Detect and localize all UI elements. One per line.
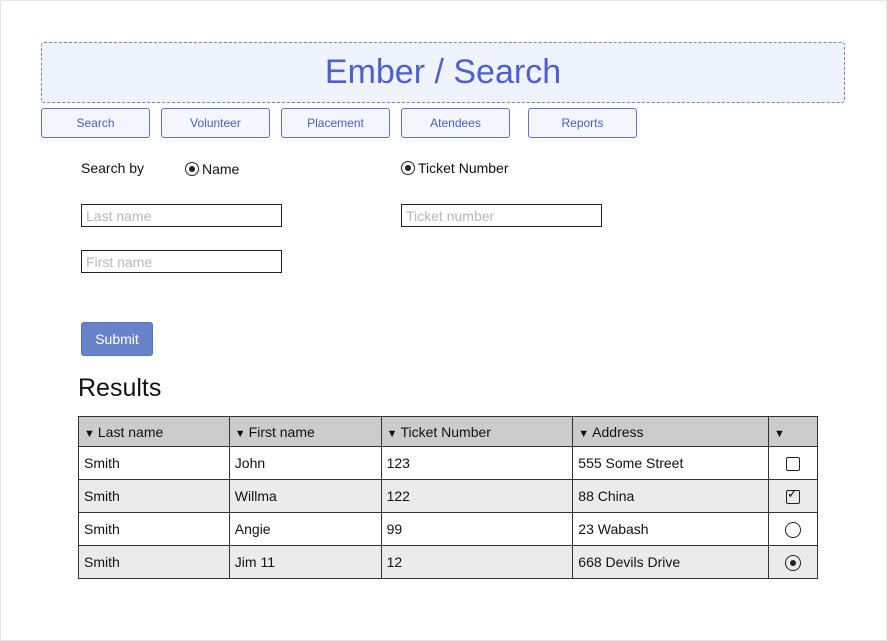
page-header: Ember / Search bbox=[41, 42, 845, 103]
submit-button[interactable]: Submit bbox=[81, 322, 153, 356]
row-radio-unselected[interactable] bbox=[785, 521, 801, 538]
nav-volunteer-button[interactable]: Volunteer bbox=[161, 108, 270, 138]
cell-last-name: Smith bbox=[78, 545, 230, 579]
ticket-number-input[interactable] bbox=[401, 204, 602, 227]
nav-reports-button[interactable]: Reports bbox=[528, 108, 637, 138]
column-header-select[interactable]: ▼ bbox=[768, 416, 818, 447]
cell-select bbox=[768, 512, 818, 546]
cell-last-name: Smith bbox=[78, 512, 230, 546]
cell-last-name: Smith bbox=[78, 479, 230, 513]
table-row: Smith Willma 122 88 China ✓ bbox=[78, 479, 818, 513]
cell-select bbox=[768, 446, 818, 480]
name-radio-label: Name bbox=[202, 161, 240, 177]
nav-search-button[interactable]: Search bbox=[41, 108, 150, 138]
column-header-first-name[interactable]: ▼ First name bbox=[228, 416, 382, 447]
cell-select: ✓ bbox=[768, 479, 818, 513]
table-row: Smith John 123 555 Some Street bbox=[78, 446, 818, 480]
table-row: Smith Jim 11 12 668 Devils Drive bbox=[78, 545, 818, 579]
sort-down-icon: ▼ bbox=[234, 427, 246, 440]
name-radio[interactable] bbox=[185, 162, 199, 176]
row-checkbox-checked[interactable]: ✓ bbox=[786, 486, 800, 505]
column-header-last-name[interactable]: ▼ Last name bbox=[78, 416, 230, 447]
ticket-number-radio-label: Ticket Number bbox=[418, 160, 509, 176]
page-title: Ember / Search bbox=[324, 53, 562, 91]
cell-first-name: John bbox=[228, 446, 382, 480]
search-by-label: Search by bbox=[81, 160, 145, 176]
cell-ticket-number: 99 bbox=[380, 512, 574, 546]
sort-down-icon: ▼ bbox=[386, 427, 398, 440]
cell-address: 668 Devils Drive bbox=[572, 545, 770, 579]
results-table: ▼ Last name ▼ First name ▼ Ticket Number ▼ A… bbox=[78, 416, 818, 579]
row-checkbox-unchecked[interactable] bbox=[786, 457, 800, 472]
column-header-address[interactable]: ▼ Address bbox=[572, 416, 770, 447]
cell-address: 555 Some Street bbox=[572, 446, 770, 480]
first-name-input[interactable] bbox=[81, 250, 282, 273]
cell-select bbox=[768, 545, 818, 579]
sort-down-icon: ▼ bbox=[578, 427, 590, 440]
ticket-number-radio[interactable] bbox=[401, 161, 415, 175]
sort-down-icon: ▼ bbox=[774, 427, 785, 440]
cell-address: 88 China bbox=[572, 479, 770, 513]
cell-ticket-number: 12 bbox=[380, 545, 574, 579]
cell-last-name: Smith bbox=[78, 446, 230, 480]
last-name-input[interactable] bbox=[81, 204, 282, 227]
results-heading: Results bbox=[78, 374, 162, 402]
cell-address: 23 Wabash bbox=[572, 512, 770, 546]
table-header-row: ▼ Last name ▼ First name ▼ Ticket Number ▼ A… bbox=[78, 416, 818, 447]
column-header-ticket-number[interactable]: ▼ Ticket Number bbox=[380, 416, 574, 447]
cell-ticket-number: 123 bbox=[380, 446, 574, 480]
cell-ticket-number: 122 bbox=[380, 479, 574, 513]
cell-first-name: Willma bbox=[228, 479, 382, 513]
sort-down-icon: ▼ bbox=[84, 427, 95, 440]
cell-first-name: Angie bbox=[228, 512, 382, 546]
row-radio-selected[interactable] bbox=[785, 554, 801, 571]
nav-atendees-button[interactable]: Atendees bbox=[401, 108, 510, 138]
checkmark-icon: ✓ bbox=[787, 486, 798, 502]
cell-first-name: Jim 11 bbox=[228, 545, 382, 579]
nav-placement-button[interactable]: Placement bbox=[281, 108, 390, 138]
table-row: Smith Angie 99 23 Wabash bbox=[78, 512, 818, 546]
